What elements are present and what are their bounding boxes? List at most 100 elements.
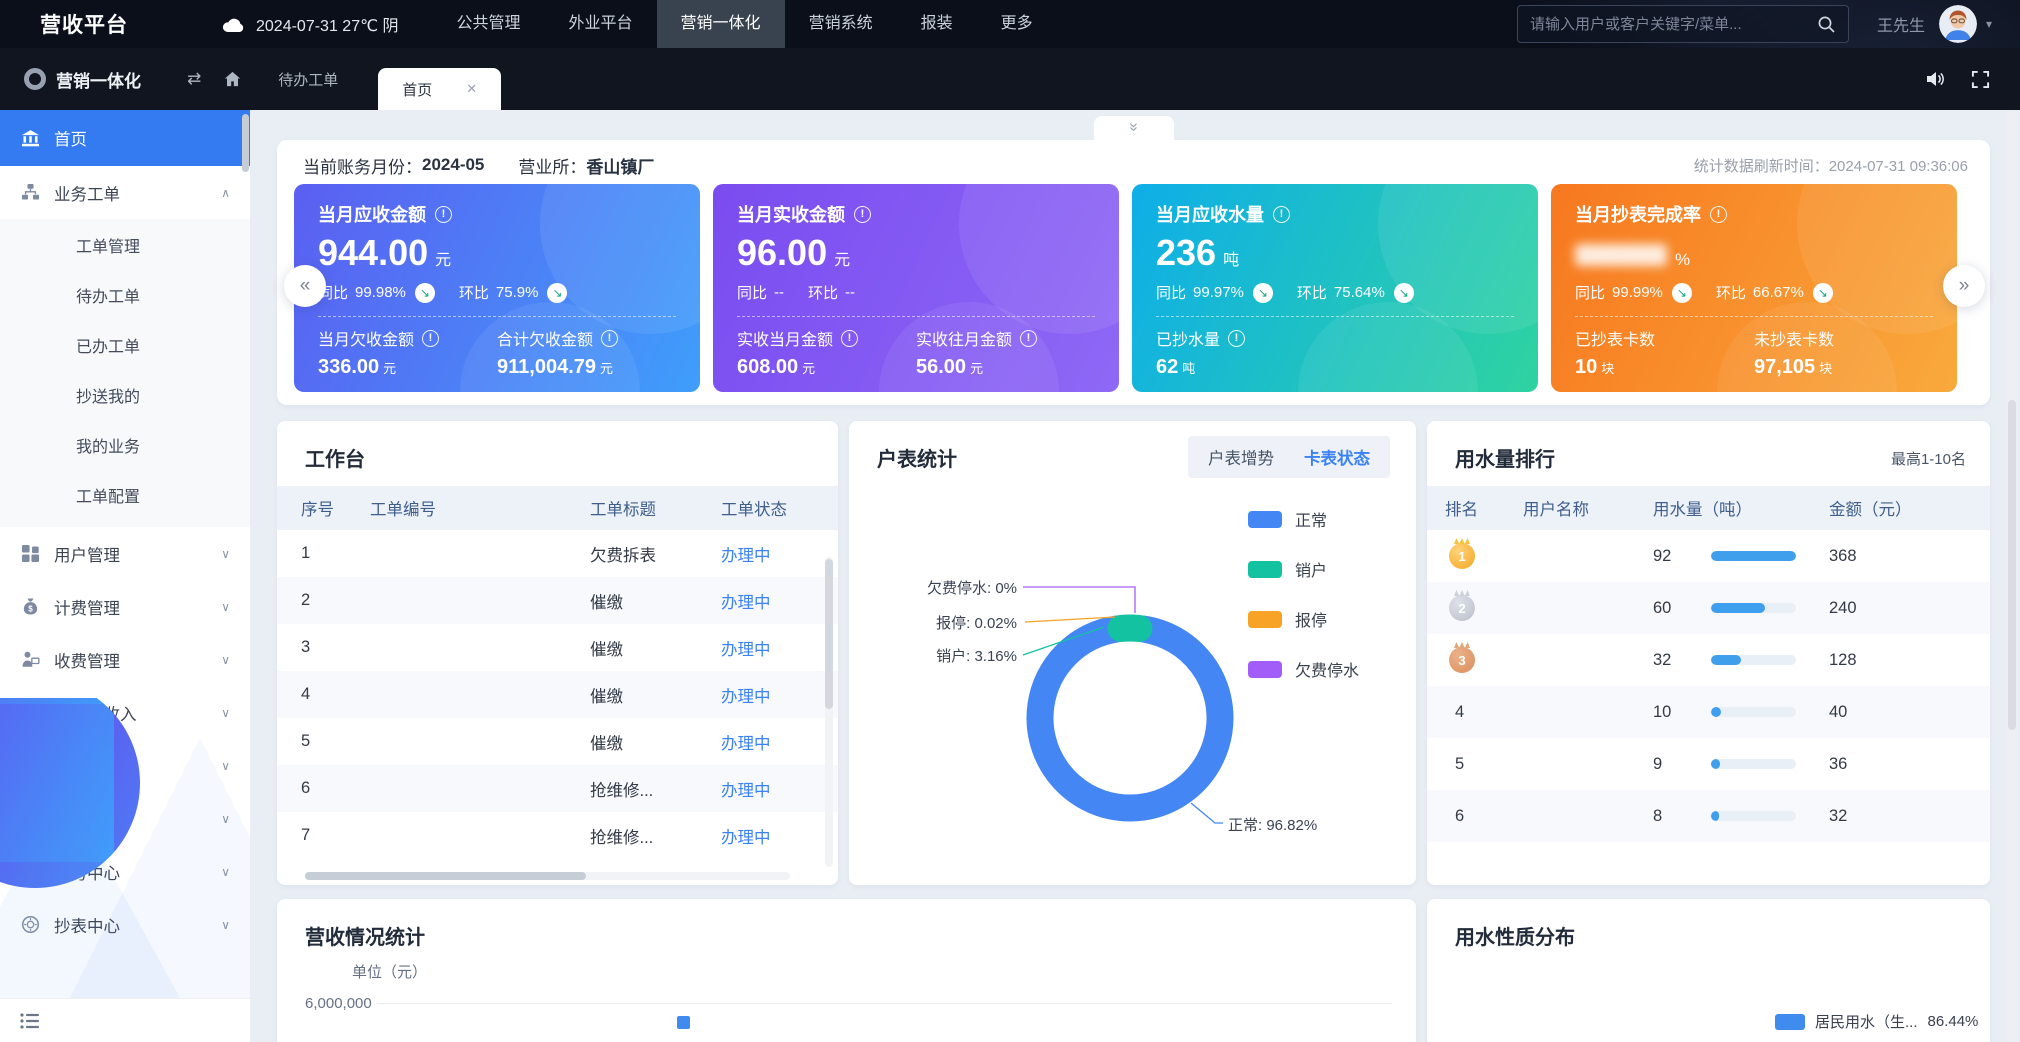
workbench-horizontal-scrollbar[interactable] [305,872,790,880]
list-item[interactable]: 6 8 32 [1427,790,1990,842]
table-row[interactable]: 3催缴办理中 [277,624,838,671]
submenu-cc-me[interactable]: 抄送我的 [0,373,250,423]
chevron-down-icon: ∨ [221,918,230,932]
info-icon[interactable]: ! [422,330,439,347]
swap-tabs-icon[interactable]: ⇄ [187,69,201,89]
sidebar-item-meter-affairs-center[interactable]: ? 表务中心 ∨ [0,845,250,898]
status-link[interactable]: 办理中 [721,730,838,754]
sidebar-item-work-orders[interactable]: 业务工单 ∧ [0,166,250,219]
sidebar-item-collection-mgmt[interactable]: ? 催缴管理 ∨ [0,739,250,792]
status-link[interactable]: 办理中 [721,636,838,660]
list-item[interactable]: 5 9 36 [1427,738,1990,790]
submenu-todo-orders[interactable]: 待办工单 [0,273,250,323]
status-link[interactable]: 办理中 [721,777,838,801]
collapse-overview-button[interactable]: « [1094,116,1174,140]
overview-header: 当前账务月份： 2024-05 营业所： 香山镇厂 统计数据刷新时间：2024-… [277,140,1990,182]
revenue-legend-marker[interactable] [677,1016,690,1029]
stat-card-reading-completion[interactable]: 当月抄表完成率! % 同比99.99% ↘ 环比66.67% ↘ 已抄表卡数10… [1551,184,1957,392]
info-icon[interactable]: ! [1710,206,1727,223]
status-link[interactable]: 办理中 [721,683,838,707]
stat-card-receivable-amount[interactable]: 当月应收金额! 944.00元 同比99.98% ↘ 环比75.9% ↘ 当月欠… [294,184,700,392]
meter-stats-tabs: 户表增势 卡表状态 [1188,436,1390,478]
ranking-table-header: 排名 用户名称 用水量（吨） 金额（元） [1427,486,1990,530]
menu-list-icon[interactable] [20,1012,40,1030]
table-row[interactable]: 5催缴办理中 [277,718,838,765]
tab-home-label: 首页 [402,79,432,100]
current-user-name: 王先生 [1877,12,1925,36]
status-link[interactable]: 办理中 [721,589,838,613]
chevron-down-icon: ∨ [221,706,230,720]
list-item[interactable]: 4 10 40 [1427,686,1990,738]
sidebar-item-installation-center[interactable]: ? 报装中心 ∨ [0,792,250,845]
meter-status-donut-chart[interactable] [1012,600,1248,836]
status-link[interactable]: 办理中 [721,542,838,566]
info-icon[interactable]: ! [1228,330,1245,347]
submenu-done-orders[interactable]: 已办工单 [0,323,250,373]
tab-home[interactable]: 首页 ✕ [378,68,501,110]
water-nature-legend-item[interactable]: 居民用水（生... 86.44% [1775,1011,1978,1032]
info-icon[interactable]: ! [435,206,452,223]
search-input[interactable] [1530,16,1817,33]
page-scrollbar[interactable] [2007,110,2017,1042]
legend-item-paused[interactable]: 报停 [1248,607,1359,631]
status-link[interactable]: 办理中 [721,824,838,848]
list-item[interactable]: 2 60 240 [1427,582,1990,634]
close-tab-icon[interactable]: ✕ [466,81,477,97]
callout-cancelled: 销户: 3.16% [867,645,1017,666]
speaker-icon[interactable] [1925,69,1945,89]
tab-card-meter-status[interactable]: 卡表状态 [1304,445,1370,469]
home-icon[interactable] [223,70,242,89]
info-icon[interactable]: ! [854,206,871,223]
legend-item-arrears-cut[interactable]: 欠费停水 [1248,657,1359,681]
info-icon[interactable]: ! [601,330,618,347]
table-row[interactable]: 7抢维修...办理中 [277,812,838,859]
sidebar-item-billing-mgmt[interactable]: $ 计费管理 ∨ [0,580,250,633]
table-row[interactable]: 1欠费拆表办理中 [277,530,838,577]
sidebar-item-home[interactable]: 首页 [0,110,250,166]
meter-icon [20,915,41,934]
sidebar-item-user-mgmt[interactable]: 用户管理 ∨ [0,527,250,580]
topnav-marketing-system[interactable]: 营销系统 [785,0,897,48]
workbench-vertical-scrollbar[interactable] [825,557,833,867]
sidebar-scrollbar-thumb[interactable] [242,114,249,172]
topnav-marketing-integration[interactable]: 营销一体化 [657,0,785,48]
legend-item-normal[interactable]: 正常 [1248,507,1359,531]
sidebar-item-meter-reading-center[interactable]: 抄表中心 ∨ [0,898,250,951]
list-item[interactable]: 3 32 128 [1427,634,1990,686]
submenu-order-config[interactable]: 工单配置 [0,473,250,523]
legend-item-cancelled[interactable]: 销户 [1248,557,1359,581]
list-item[interactable]: 1 92 368 [1427,530,1990,582]
usage-bar [1711,811,1719,821]
revenue-title: 营收情况统计 [277,899,1416,950]
trend-down-icon: ↘ [1672,283,1692,303]
topnav-more[interactable]: 更多 [977,0,1057,48]
stat-card-received-amount[interactable]: 当月实收金额! 96.00元 同比-- 环比-- 实收当月金额!608.00元 … [713,184,1119,392]
tab-meter-growth[interactable]: 户表增势 [1208,445,1274,469]
table-row[interactable]: 6抢维修...办理中 [277,765,838,812]
sidebar-item-fee-mgmt[interactable]: 收费管理 ∨ [0,633,250,686]
info-icon[interactable]: ! [841,330,858,347]
info-icon[interactable]: ! [1020,330,1037,347]
table-row[interactable]: 4催缴办理中 [277,671,838,718]
info-icon[interactable]: ! [1273,206,1290,223]
carousel-prev-button[interactable]: « [284,265,326,307]
avatar[interactable] [1939,5,1977,43]
global-search[interactable] [1517,5,1849,43]
search-icon[interactable] [1817,15,1836,34]
table-row[interactable]: 2催缴办理中 [277,577,838,624]
carousel-next-button[interactable]: » [1943,265,1985,307]
topnav-installation[interactable]: 报装 [897,0,977,48]
topnav-public-mgmt[interactable]: 公共管理 [433,0,545,48]
card-title: 当月应收金额 [318,201,426,227]
submenu-my-business[interactable]: 我的业务 [0,423,250,473]
user-menu-caret-icon[interactable]: ▾ [1986,17,1992,31]
fullscreen-icon[interactable] [1971,70,1990,89]
list-item[interactable] [1427,842,1990,885]
stat-card-receivable-water[interactable]: 当月应收水量! 236吨 同比99.97% ↘ 环比75.64% ↘ 已抄水量!… [1132,184,1538,392]
donut-legend: 正常 销户 报停 欠费停水 [1248,507,1359,707]
water-nature-title: 用水性质分布 [1427,899,1990,950]
sidebar-item-non-operating-income[interactable]: ? 营业外收入 ∨ [0,686,250,739]
submenu-order-mgmt[interactable]: 工单管理 [0,223,250,273]
topnav-field-platform[interactable]: 外业平台 [545,0,657,48]
tab-todo-orders[interactable]: 待办工单 [252,69,364,90]
